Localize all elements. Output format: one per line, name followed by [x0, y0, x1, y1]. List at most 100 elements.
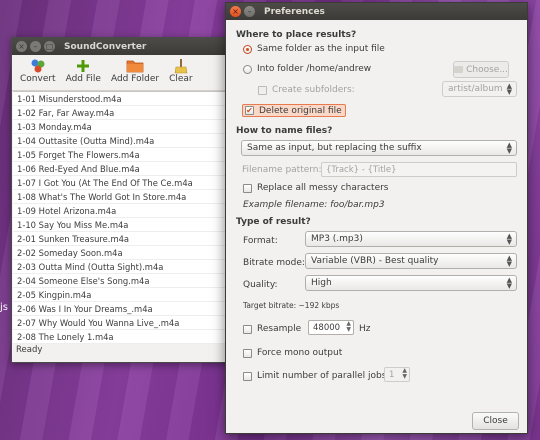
force-mono-label: Force mono output: [257, 348, 343, 358]
list-item[interactable]: 2-07 Why Would You Wanna Live_.m4a: [13, 316, 231, 330]
list-item[interactable]: 1-06 Red-Eyed And Blue.m4a: [13, 162, 231, 176]
type-heading: Type of result?: [236, 217, 311, 227]
list-item[interactable]: 1-03 Monday.m4a: [13, 120, 231, 134]
filename-pattern-label: Filename pattern:: [242, 165, 322, 175]
list-item[interactable]: 2-04 Someone Else's Song.m4a: [13, 274, 231, 288]
list-item[interactable]: 1-10 Say You Miss Me.m4a: [13, 218, 231, 232]
soundconverter-titlebar[interactable]: × – □ SoundConverter: [12, 38, 231, 55]
create-subfolders-label: Create subfolders:: [272, 85, 355, 95]
add-file-icon: [75, 57, 91, 74]
same-folder-label: Same folder as the input file: [257, 44, 385, 54]
list-item[interactable]: 2-06 Was I In Your Dreams_.m4a: [13, 302, 231, 316]
naming-scheme-select[interactable]: Same as input, but replacing the suffix …: [241, 140, 517, 156]
force-mono-checkbox[interactable]: Force mono output: [243, 348, 342, 358]
list-item[interactable]: 1-08 What's The World Got In Store.m4a: [13, 190, 231, 204]
subfolder-pattern-value: artist/album: [448, 84, 503, 94]
bitrate-mode-value: Variable (VBR) - Best quality: [311, 256, 439, 266]
chevron-updown-icon: ▲ ▼: [506, 254, 512, 268]
preferences-titlebar[interactable]: × – Preferences: [226, 3, 527, 20]
replace-messy-checkbox[interactable]: Replace all messy characters: [243, 183, 389, 193]
add-file-label: Add File: [65, 74, 101, 84]
list-item[interactable]: 2-02 Someday Soon.m4a: [13, 246, 231, 260]
convert-icon: [30, 57, 46, 74]
list-item[interactable]: 1-09 Hotel Arizona.m4a: [13, 204, 231, 218]
list-item[interactable]: 1-01 Misunderstood.m4a: [13, 92, 231, 106]
file-list[interactable]: 1-01 Misunderstood.m4a 1-02 Far, Far Awa…: [13, 91, 231, 344]
limit-parallel-label: Limit number of parallel jobs: [257, 371, 387, 381]
close-window-button[interactable]: ×: [230, 6, 241, 17]
clear-label: Clear: [169, 74, 193, 84]
delete-original-label: Delete original file: [259, 105, 342, 116]
maximize-window-button[interactable]: □: [44, 41, 55, 52]
checkmark-icon: ✔: [245, 106, 254, 115]
list-item[interactable]: 1-07 I Got You (At The End Of The Ce.m4a: [13, 176, 231, 190]
target-bitrate: Target bitrate: ~192 kbps: [243, 301, 340, 310]
naming-scheme-value: Same as input, but replacing the suffix: [247, 143, 422, 153]
toolbar: Convert Add File Add Folder Clear: [12, 55, 231, 91]
filename-pattern-label-text: Filename pattern:: [242, 165, 322, 175]
parallel-jobs-spinner[interactable]: 1 ▲ ▼: [384, 367, 410, 382]
radio-unchecked-indicator: [243, 64, 252, 74]
checkbox-indicator: [258, 85, 267, 95]
choose-button-label: Choose...: [466, 64, 508, 75]
window-title: Preferences: [264, 6, 325, 17]
chevron-updown-icon: ▲ ▼: [506, 82, 512, 96]
delete-original-checkbox[interactable]: ✔ Delete original file: [242, 104, 346, 117]
list-item[interactable]: 2-01 Sunken Treasure.m4a: [13, 232, 231, 246]
bitrate-mode-label: Bitrate mode:: [243, 258, 305, 268]
choose-folder-button[interactable]: Choose...: [453, 61, 509, 78]
format-select[interactable]: MP3 (.mp3) ▲ ▼: [305, 231, 517, 247]
quality-select[interactable]: High ▲ ▼: [305, 275, 517, 291]
checkbox-indicator: [243, 183, 252, 193]
folder-icon: [454, 66, 464, 73]
resample-label: Resample: [257, 324, 302, 334]
clear-button[interactable]: Clear: [165, 57, 197, 90]
close-button[interactable]: Close: [472, 412, 519, 430]
desktop-edge-text: js: [0, 302, 8, 313]
filename-pattern-field[interactable]: {Track} - {Title}: [321, 162, 517, 177]
resample-checkbox[interactable]: Resample: [243, 324, 301, 334]
convert-button[interactable]: Convert: [16, 57, 60, 90]
format-label: Format:: [243, 236, 278, 246]
minimize-window-button[interactable]: –: [244, 6, 255, 17]
window-title: SoundConverter: [64, 41, 147, 52]
bitrate-mode-select[interactable]: Variable (VBR) - Best quality ▲ ▼: [305, 253, 517, 269]
radio-checked-indicator: [243, 44, 252, 54]
list-item[interactable]: 2-05 Kingpin.m4a: [13, 288, 231, 302]
parallel-jobs-value: 1: [389, 369, 395, 380]
subfolder-pattern-select[interactable]: artist/album ▲ ▼: [442, 81, 517, 97]
status-bar: Ready: [16, 345, 43, 355]
replace-messy-label: Replace all messy characters: [257, 183, 389, 193]
resample-rate-spinner[interactable]: 48000 ▲ ▼: [308, 320, 354, 335]
chevron-updown-icon: ▲ ▼: [506, 232, 512, 246]
convert-label: Convert: [20, 74, 56, 84]
chevron-updown-icon: ▲ ▼: [506, 141, 512, 155]
chevron-updown-icon: ▲ ▼: [346, 320, 351, 333]
list-item[interactable]: 1-04 Outtasite (Outta Mind).m4a: [13, 134, 231, 148]
hz-label: Hz: [359, 324, 371, 334]
broom-icon: [174, 57, 188, 74]
list-item[interactable]: 2-03 Outta Mind (Outta Sight).m4a: [13, 260, 231, 274]
list-item[interactable]: 2-08 The Lonely 1.m4a: [13, 330, 231, 344]
resample-rate-value: 48000: [313, 322, 341, 333]
folder-icon: [126, 57, 144, 74]
limit-parallel-checkbox[interactable]: Limit number of parallel jobs: [243, 371, 386, 381]
add-file-button[interactable]: Add File: [62, 57, 105, 90]
minimize-window-button[interactable]: –: [30, 41, 41, 52]
same-folder-radio[interactable]: Same folder as the input file: [243, 44, 385, 54]
chevron-updown-icon: ▲ ▼: [402, 367, 407, 380]
soundconverter-window: × – □ SoundConverter Convert Add File Ad…: [11, 37, 232, 363]
naming-heading: How to name files?: [236, 126, 333, 136]
list-item[interactable]: 1-02 Far, Far Away.m4a: [13, 106, 231, 120]
checkbox-indicator: [243, 348, 252, 358]
preferences-body: Where to place results? Same folder as t…: [226, 20, 527, 433]
chevron-updown-icon: ▲ ▼: [506, 276, 512, 290]
list-item[interactable]: 1-05 Forget The Flowers.m4a: [13, 148, 231, 162]
add-folder-button[interactable]: Add Folder: [107, 57, 163, 90]
create-subfolders-checkbox[interactable]: Create subfolders:: [258, 85, 355, 95]
close-window-button[interactable]: ×: [16, 41, 27, 52]
preferences-window: × – Preferences Where to place results? …: [225, 2, 528, 434]
into-folder-label: Into folder /home/andrew: [257, 64, 372, 74]
where-heading: Where to place results?: [236, 30, 357, 40]
into-folder-radio[interactable]: Into folder /home/andrew: [243, 64, 371, 74]
